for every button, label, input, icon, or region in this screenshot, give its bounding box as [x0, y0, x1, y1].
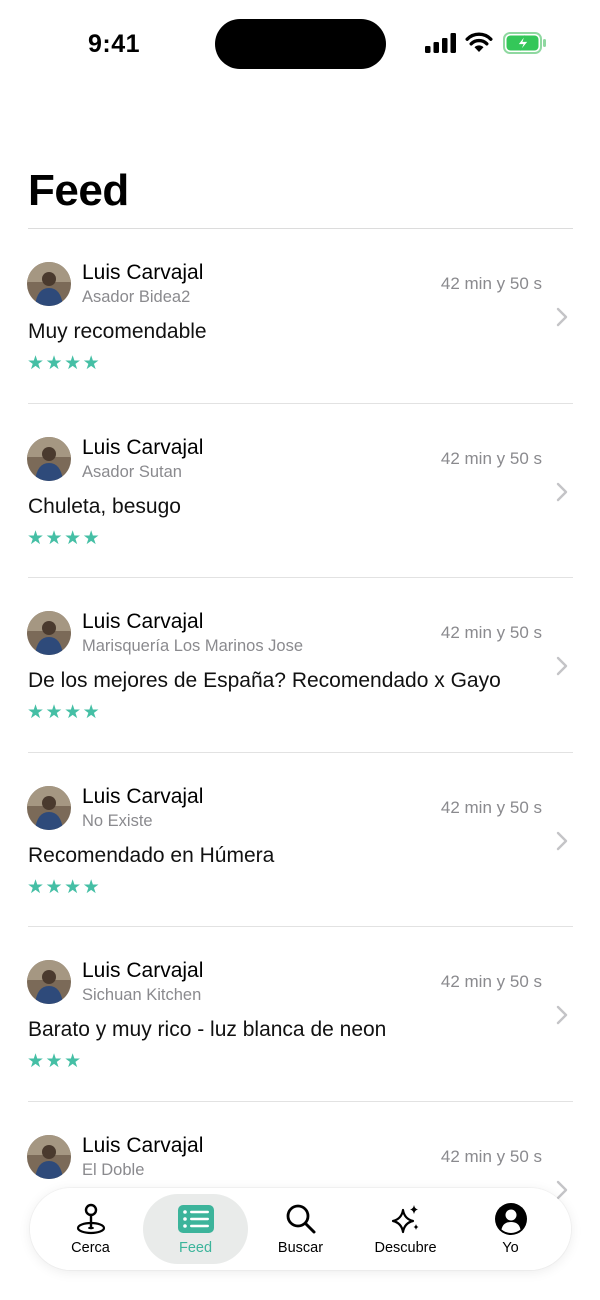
tab-feed[interactable]: Feed [143, 1194, 248, 1264]
star-rating: ★★★★ [27, 527, 102, 549]
review-comment: Barato y muy rico - luz blanca de neon [28, 1018, 387, 1041]
avatar[interactable] [27, 262, 71, 306]
restaurant-name: Asador Bidea2 [82, 288, 191, 306]
restaurant-name: Sichuan Kitchen [82, 986, 202, 1004]
tab-buscar[interactable]: Buscar [248, 1194, 353, 1264]
person-circle-icon [491, 1202, 531, 1236]
tab-label: Feed [178, 1240, 213, 1256]
avatar[interactable] [27, 1134, 71, 1179]
restaurant-name: Marisquería Los Marinos Jose [82, 637, 304, 655]
map-pin-icon [71, 1202, 111, 1236]
review-comment: Muy recomendable [28, 320, 207, 343]
chevron-right-icon[interactable] [556, 1180, 568, 1200]
timestamp: 42 min y 50 s [440, 274, 542, 293]
user-name: Luis Carvajal [82, 784, 204, 808]
review-comment: De los mejores de España? Recomendado x … [28, 669, 501, 692]
chevron-right-icon[interactable] [556, 831, 568, 851]
tab-label: Buscar [277, 1240, 324, 1256]
star-rating: ★★★★ [27, 702, 102, 723]
timestamp: 42 min y 50 s [440, 448, 542, 468]
battery-charging-icon [503, 32, 546, 54]
cellular-signal-icon [425, 33, 456, 53]
star-rating: ★★★ [27, 1051, 83, 1072]
restaurant-name: El Doble [82, 1160, 145, 1179]
sparkles-icon [386, 1202, 426, 1236]
chevron-right-icon[interactable] [556, 656, 568, 676]
chevron-right-icon[interactable] [556, 482, 568, 502]
tab-label: Yo [502, 1240, 519, 1256]
restaurant-name: No Existe [82, 811, 153, 830]
user-name: Luis Carvajal [82, 959, 204, 982]
tab-label: Descubre [374, 1240, 437, 1256]
tab-descubre[interactable]: Descubre [353, 1194, 458, 1264]
feed-item[interactable]: Luis Carvajal No Existe 42 min y 50 s Re… [0, 753, 600, 927]
chevron-right-icon[interactable] [556, 307, 568, 327]
chevron-right-icon[interactable] [556, 1005, 568, 1025]
avatar[interactable] [27, 960, 71, 1004]
review-comment: Recomendado en Húmera [28, 843, 275, 867]
star-rating: ★★★★ [27, 353, 102, 374]
tab-label: Cerca [71, 1240, 110, 1256]
avatar[interactable] [27, 611, 71, 655]
dynamic-island [215, 19, 386, 69]
feed-item[interactable]: Luis Carvajal Asador Bidea2 42 min y 50 … [0, 229, 600, 404]
list-icon [176, 1202, 216, 1236]
search-icon [281, 1202, 321, 1236]
page-title: Feed [28, 166, 129, 215]
wifi-icon [465, 32, 493, 52]
timestamp: 42 min y 50 s [440, 797, 542, 817]
tab-cerca[interactable]: Cerca [38, 1194, 143, 1264]
timestamp: 42 min y 50 s [440, 1146, 542, 1166]
user-name: Luis Carvajal [82, 261, 204, 284]
tab-yo[interactable]: Yo [458, 1194, 563, 1264]
review-comment: Chuleta, besugo [28, 494, 181, 518]
status-bar: 9:41 [0, 0, 600, 90]
status-time: 9:41 [88, 30, 141, 58]
user-name: Luis Carvajal [82, 1133, 204, 1157]
avatar[interactable] [27, 785, 71, 830]
restaurant-name: Asador Sutan [82, 462, 182, 481]
user-name: Luis Carvajal [82, 435, 204, 459]
feed-list[interactable]: Luis Carvajal Asador Bidea2 42 min y 50 … [0, 229, 600, 1276]
avatar[interactable] [27, 436, 71, 481]
timestamp: 42 min y 50 s [440, 623, 542, 642]
timestamp: 42 min y 50 s [440, 972, 542, 991]
star-rating: ★★★★ [27, 876, 102, 898]
feed-item[interactable]: Luis Carvajal Marisquería Los Marinos Jo… [0, 578, 600, 753]
feed-item[interactable]: Luis Carvajal Asador Sutan 42 min y 50 s… [0, 404, 600, 578]
tab-bar: Cerca Feed Buscar Descubre Yo [30, 1188, 571, 1270]
feed-item[interactable]: Luis Carvajal Sichuan Kitchen 42 min y 5… [0, 927, 600, 1102]
user-name: Luis Carvajal [82, 610, 204, 633]
